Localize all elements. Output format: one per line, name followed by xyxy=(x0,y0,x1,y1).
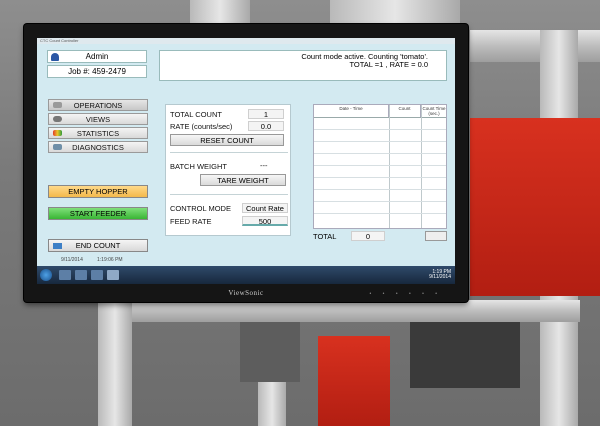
frame-rail-top xyxy=(470,30,600,62)
nav-diagnostics-label: DIAGNOSTICS xyxy=(72,143,124,152)
table-header-line xyxy=(314,117,446,118)
table-total-label: TOTAL xyxy=(313,232,337,241)
nav-statistics[interactable]: STATISTICS xyxy=(48,127,148,139)
count-divider-2 xyxy=(170,194,288,195)
controller-box xyxy=(410,322,520,388)
rate-value: 0.0 xyxy=(248,121,284,131)
monitor: CTC Count Controller Admin Job #: 459-24… xyxy=(24,24,468,302)
frame-rail-bottom xyxy=(100,300,580,322)
table-row-line xyxy=(314,165,446,166)
frame-post-left xyxy=(98,300,132,426)
end-count-icon xyxy=(53,243,62,249)
red-chute xyxy=(318,336,390,426)
reset-count-button[interactable]: RESET COUNT xyxy=(170,134,284,146)
table-row-line xyxy=(314,141,446,142)
count-divider-1 xyxy=(170,152,288,153)
table-total-value: 0 xyxy=(351,231,385,241)
table-col-line-2 xyxy=(421,105,422,228)
nav-views-label: VIEWS xyxy=(85,115,111,124)
table-row-line xyxy=(314,213,446,214)
user-box[interactable]: Admin xyxy=(47,50,147,63)
taskbar-media-icon[interactable] xyxy=(91,270,103,280)
motor-housing xyxy=(240,322,300,382)
job-box: Job #: 459-2479 xyxy=(47,65,147,78)
job-number: 459-2479 xyxy=(92,67,126,76)
nav-views[interactable]: VIEWS xyxy=(48,113,148,125)
tare-weight-button[interactable]: TARE WEIGHT xyxy=(200,174,286,186)
feed-rate-input[interactable]: 500 xyxy=(242,216,288,226)
taskbar-clock-date: 9/11/2014 xyxy=(429,274,451,280)
start-feeder-button[interactable]: START FEEDER xyxy=(48,207,148,220)
batch-weight-label: BATCH WEIGHT xyxy=(170,162,227,171)
monitor-control-buttons[interactable]: • • • • • • xyxy=(370,291,442,297)
batch-weight-value: --- xyxy=(260,161,268,170)
diagnostics-icon xyxy=(53,144,62,150)
table-row-line xyxy=(314,177,446,178)
total-count-value: 1 xyxy=(248,109,284,119)
statusbar-time: 1:19:06 PM xyxy=(97,257,123,263)
col-count-time: Count Time (sec.) xyxy=(422,106,446,116)
user-name: Admin xyxy=(85,52,109,61)
table-row-line xyxy=(314,153,446,154)
taskbar-app-icon[interactable] xyxy=(107,270,119,280)
empty-hopper-button[interactable]: EMPTY HOPPER xyxy=(48,185,148,198)
table-row-line xyxy=(314,129,446,130)
nav-operations-label: OPERATIONS xyxy=(73,101,123,110)
status-panel: Count mode active. Counting 'tomato'. TO… xyxy=(159,50,447,81)
status-line-2: TOTAL =1 , RATE = 0.0 xyxy=(349,60,428,69)
table-row-line xyxy=(314,201,446,202)
control-mode-label: CONTROL MODE xyxy=(170,204,231,213)
screen: CTC Count Controller Admin Job #: 459-24… xyxy=(37,38,455,284)
end-count-button[interactable]: END COUNT xyxy=(48,239,148,252)
nav-operations[interactable]: OPERATIONS xyxy=(48,99,148,111)
count-log-table: Date - Time Count Count Time (sec.) xyxy=(313,104,447,229)
taskbar-clock[interactable]: 1:19 PM 9/11/2014 xyxy=(429,270,451,280)
end-count-label: END COUNT xyxy=(75,241,121,250)
machine-column-top xyxy=(190,0,250,24)
red-bin xyxy=(470,118,600,296)
nav-diagnostics[interactable]: DIAGNOSTICS xyxy=(48,141,148,153)
statusbar-date: 9/11/2014 xyxy=(61,257,83,263)
count-panel: TOTAL COUNT 1 RATE (counts/sec) 0.0 RESE… xyxy=(165,104,291,236)
app-main: Admin Job #: 459-2479 Count mode active.… xyxy=(37,44,455,252)
eye-icon xyxy=(53,116,62,122)
table-scroll-button[interactable] xyxy=(425,231,447,241)
feed-rate-label: FEED RATE xyxy=(170,217,212,226)
rate-label: RATE (counts/sec) xyxy=(170,122,233,131)
table-col-line-1 xyxy=(389,105,390,228)
table-row-line xyxy=(314,189,446,190)
control-mode-value[interactable]: Count Rate xyxy=(242,203,288,213)
user-icon xyxy=(51,53,59,61)
windows-taskbar: 1:19 PM 9/11/2014 xyxy=(37,266,455,284)
job-label: Job #: xyxy=(68,67,90,76)
app-statusbar: 9/11/2014 1:19:06 PM xyxy=(37,252,455,266)
taskbar-ie-icon[interactable] xyxy=(59,270,71,280)
taskbar-explorer-icon[interactable] xyxy=(75,270,87,280)
gears-icon xyxy=(53,102,62,108)
machine-column-top-right xyxy=(330,0,460,24)
start-menu-button[interactable] xyxy=(40,269,52,281)
total-count-label: TOTAL COUNT xyxy=(170,110,222,119)
col-date-time: Date - Time xyxy=(314,105,389,117)
nav-statistics-label: STATISTICS xyxy=(76,129,120,138)
col-count: Count xyxy=(389,105,421,117)
triangle-chart-icon xyxy=(53,130,62,136)
